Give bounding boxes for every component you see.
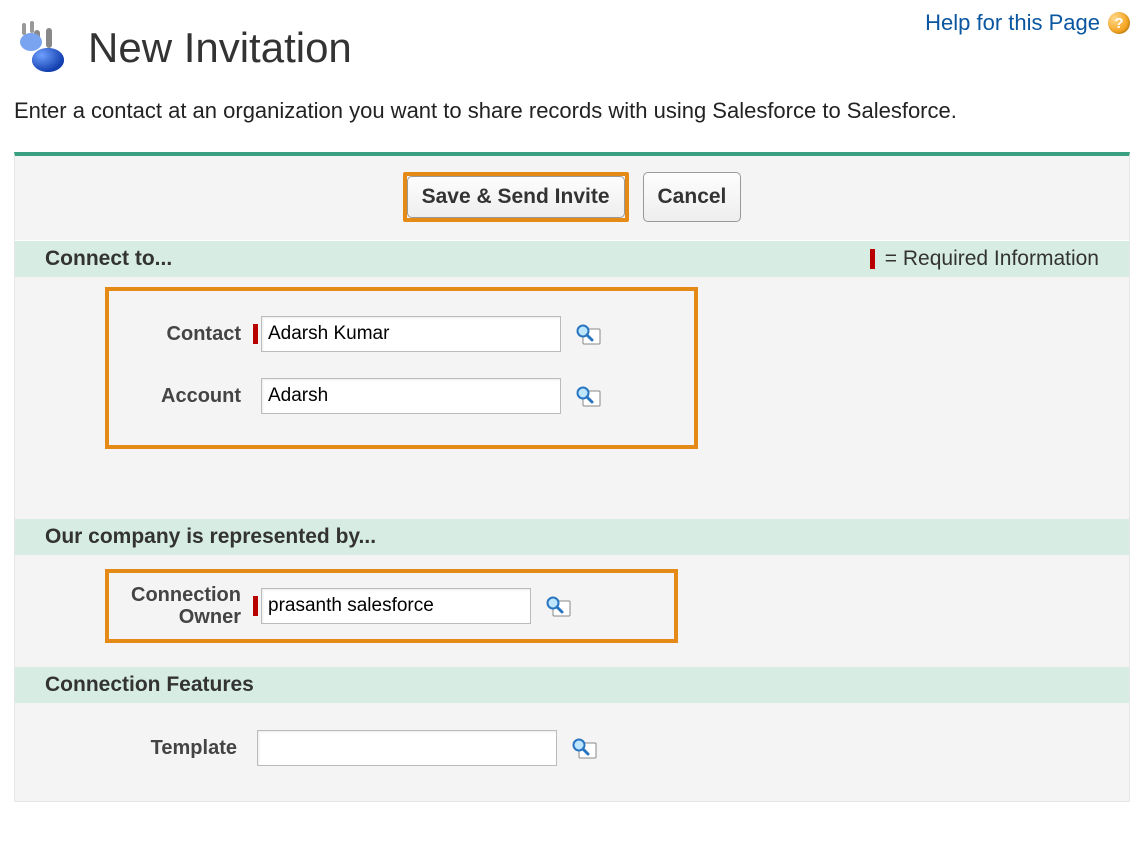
lookup-icon[interactable] [545,595,571,617]
save-send-invite-button[interactable]: Save & Send Invite [407,176,625,218]
account-field-row: Account [109,373,694,419]
connection-owner-input[interactable] [261,588,531,624]
account-input[interactable] [261,378,561,414]
section-connection-features-body: Template [15,725,1129,801]
cancel-button[interactable]: Cancel [643,172,742,222]
section-connect-to-body: Contact Account [15,287,1129,519]
help-link[interactable]: Help for this Page ? [925,10,1130,36]
required-indicator-icon [253,596,258,616]
template-label: Template [105,737,245,759]
template-field-row: Template [105,725,1129,771]
contact-input[interactable] [261,316,561,352]
button-bar: Save & Send Invite Cancel [15,156,1129,241]
section-connection-features-header: Connection Features [15,667,1129,703]
connection-owner-label: Connection Owner [109,584,249,628]
section-represented-by-header: Our company is represented by... [15,519,1129,555]
connect-to-highlight-box: Contact Account [105,287,698,449]
section-connect-to-header: Connect to... = Required Information [15,241,1129,277]
required-indicator-icon [253,324,258,344]
page-description: Enter a contact at an organization you w… [14,96,1130,126]
page-title: New Invitation [88,24,352,72]
help-label: Help for this Page [925,10,1100,36]
connection-icon [14,18,74,78]
lookup-icon[interactable] [575,385,601,407]
lookup-icon[interactable] [571,737,597,759]
form-panel: Save & Send Invite Cancel Connect to... … [14,152,1130,802]
section-represented-by-title: Our company is represented by... [45,525,376,548]
section-represented-by-body: Connection Owner [15,569,1129,667]
required-indicator-icon [870,249,875,269]
contact-field-row: Contact [109,311,694,357]
save-button-highlight: Save & Send Invite [403,172,629,222]
account-label: Account [109,385,249,407]
connection-owner-field-row: Connection Owner [109,583,674,629]
required-note: = Required Information [870,247,1099,271]
template-input[interactable] [257,730,557,766]
section-connection-features-title: Connection Features [45,673,254,696]
section-connect-to-title: Connect to... [45,247,172,270]
represented-by-highlight-box: Connection Owner [105,569,678,643]
contact-label: Contact [109,323,249,345]
help-icon: ? [1108,12,1130,34]
lookup-icon[interactable] [575,323,601,345]
required-note-text: = Required Information [885,247,1099,271]
